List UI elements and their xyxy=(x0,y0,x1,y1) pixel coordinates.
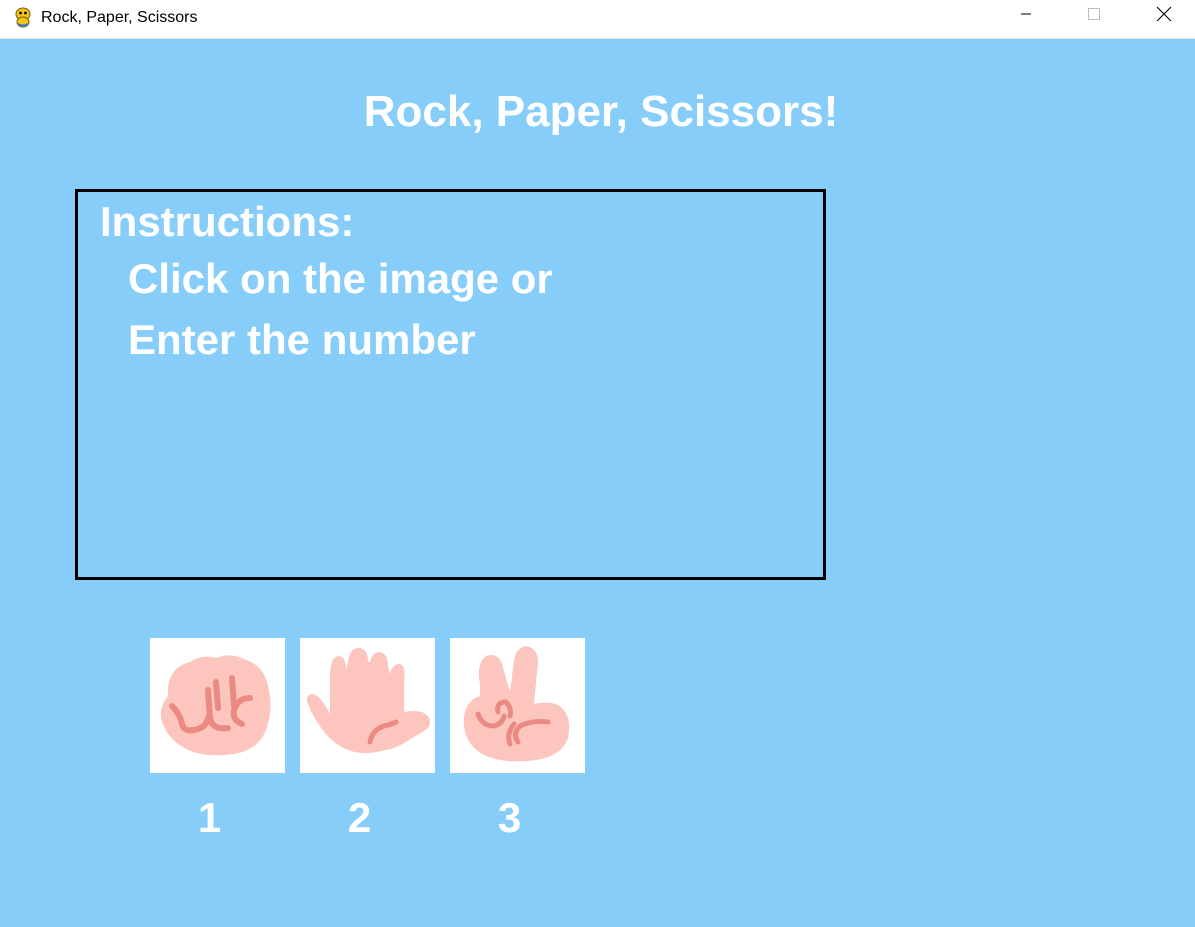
game-title: Rock, Paper, Scissors! xyxy=(363,87,839,136)
rock-choice-number: 1 xyxy=(197,794,222,841)
maximize-button[interactable] xyxy=(1071,0,1117,32)
minimize-icon xyxy=(1020,7,1032,25)
close-button[interactable] xyxy=(1141,0,1187,32)
maximize-icon xyxy=(1087,7,1101,26)
paper-choice-number: 2 xyxy=(347,794,372,841)
instructions-heading: Instructions: xyxy=(100,198,355,245)
instruction-line: Click on the image or xyxy=(128,255,553,302)
rock-choice-button[interactable] xyxy=(150,638,285,773)
game-canvas: Rock, Paper, Scissors! Instructions: Cli… xyxy=(0,39,1195,927)
title-bar: Rock, Paper, Scissors xyxy=(0,0,1195,39)
scissors-choice-number: 3 xyxy=(497,794,522,841)
paper-hand-icon xyxy=(300,638,435,773)
pygame-snake-icon xyxy=(12,6,34,28)
scissors-choice-button[interactable] xyxy=(450,638,585,773)
minimize-button[interactable] xyxy=(1003,0,1049,32)
paper-choice-button[interactable] xyxy=(300,638,435,773)
close-icon xyxy=(1156,6,1172,27)
scissors-hand-icon xyxy=(450,638,585,773)
instructions-box: Instructions: Click on the image or Ente… xyxy=(75,189,826,580)
instruction-line: Enter the number xyxy=(128,316,476,363)
rock-hand-icon xyxy=(150,638,285,773)
window-title: Rock, Paper, Scissors xyxy=(41,9,198,26)
app-window: Rock, Paper, Scissors Rock, Paper, Sciss… xyxy=(0,0,1195,927)
